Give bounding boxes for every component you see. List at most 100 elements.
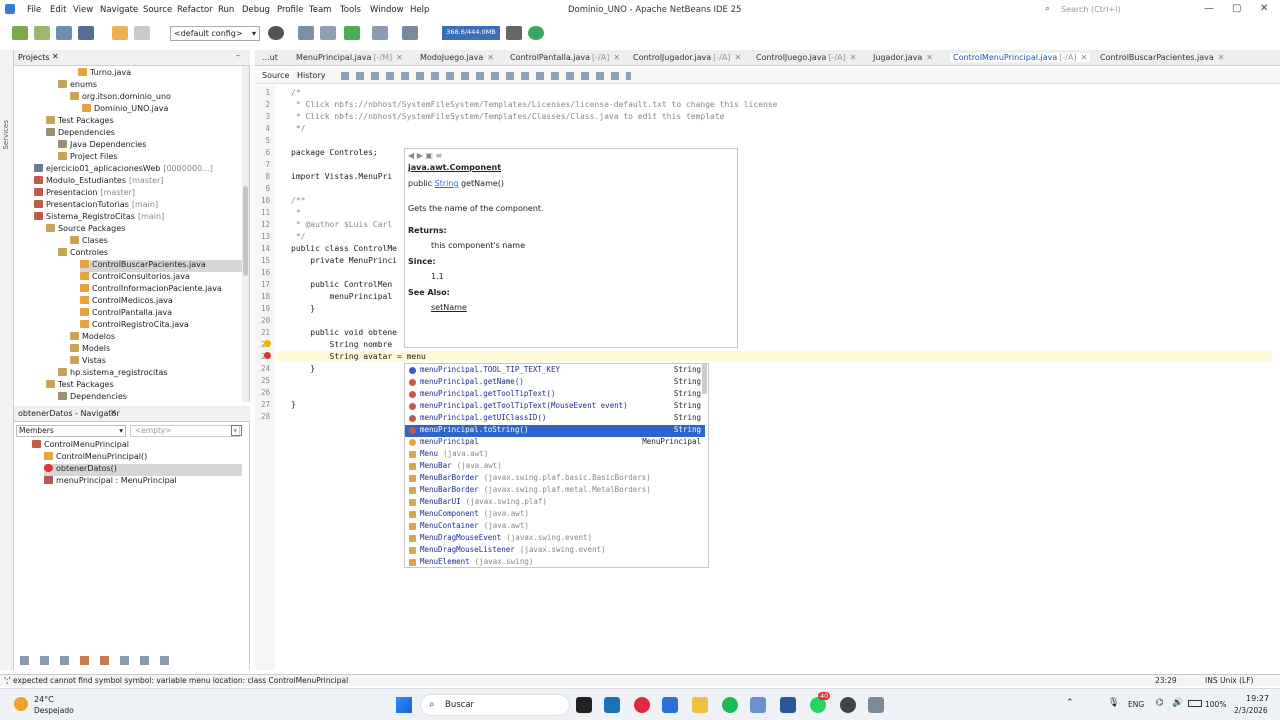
new-file-icon[interactable] <box>12 26 28 40</box>
close-icon[interactable]: ✕ <box>926 53 933 62</box>
editor-tab[interactable]: ControlJuego.java [-/A] ✕ <box>756 53 856 62</box>
completion-item[interactable]: MenuBarBorder (javax.swing.plaf.metal.Met… <box>405 485 705 497</box>
filter-icon-8[interactable] <box>160 656 169 665</box>
editor-tab[interactable]: ControlBuscarPacientes.java ✕ <box>1100 53 1224 62</box>
tree-item[interactable]: ControlInformacionPaciente.java <box>80 284 222 296</box>
minimize-button[interactable]: — <box>1204 3 1214 14</box>
spotify-icon[interactable] <box>722 697 738 713</box>
editor-tool-icons[interactable] <box>341 72 631 80</box>
code-line[interactable]: } <box>291 364 315 373</box>
navigator-tab[interactable]: obtenerDatos - Navigator <box>18 409 120 418</box>
open-project-icon[interactable] <box>56 26 72 40</box>
code-line[interactable]: * <box>291 208 301 217</box>
nav-options-icon[interactable] <box>231 425 242 436</box>
debug-icon[interactable] <box>372 26 388 40</box>
menu-refactor[interactable]: Refactor <box>177 5 213 15</box>
code-line[interactable]: String nombre <box>291 340 393 349</box>
chatgpt-icon[interactable] <box>840 697 856 713</box>
memory-indicator[interactable]: 368.6/444.0MB <box>442 26 500 40</box>
doc-class-link[interactable]: java.awt.Component <box>408 163 501 172</box>
editor-tab[interactable]: ControlJugador.java [-/A] ✕ <box>633 53 741 62</box>
tree-item[interactable]: Project Files <box>58 152 117 164</box>
editor-tab[interactable]: MenuPrincipal.java [-/M] ✕ <box>296 53 403 62</box>
code-line[interactable]: /** <box>291 196 305 205</box>
code-line[interactable]: import Vistas.MenuPri <box>291 172 392 181</box>
editor-tab[interactable]: ControlPantalla.java [-/A] ✕ <box>510 53 620 62</box>
doc-nav-icons[interactable]: ◀ ▶ ▣ ≡ <box>408 151 442 160</box>
vscode-icon[interactable] <box>604 697 620 713</box>
tree-item[interactable]: org.itson.dominio_uno <box>70 92 171 104</box>
menu-run[interactable]: Run <box>218 5 234 15</box>
code-line[interactable]: */ <box>291 232 306 241</box>
filter-icon-7[interactable] <box>140 656 149 665</box>
completion-item[interactable]: MenuElement (javax.swing) <box>405 557 705 567</box>
wifi-icon[interactable]: ⌬ <box>1156 698 1164 708</box>
empty-filter-select[interactable]: <empty> ▾ <box>130 425 240 437</box>
menu-profile[interactable]: Profile <box>277 5 303 15</box>
error-icon[interactable] <box>264 352 271 359</box>
tree-item[interactable]: Modulo_Estudiantes [master] <box>34 176 163 188</box>
completion-item[interactable]: menuPrincipal.getToolTipText() String <box>405 389 705 401</box>
menu-tools[interactable]: Tools <box>340 5 361 15</box>
menu-debug[interactable]: Debug <box>242 5 270 15</box>
tree-item[interactable]: Dependencies <box>58 392 127 404</box>
menu-navigate[interactable]: Navigate <box>100 5 138 15</box>
code-line[interactable]: private MenuPrinci <box>291 256 397 265</box>
build-target-icon[interactable] <box>268 26 284 40</box>
code-line[interactable]: } <box>291 400 296 409</box>
battery-icon[interactable] <box>1188 700 1202 707</box>
code-line[interactable]: * @author $Luis Carl <box>291 220 392 229</box>
todo-icon[interactable] <box>662 697 678 713</box>
code-line[interactable]: /* <box>291 88 301 97</box>
doc-sig-type[interactable]: String <box>435 179 459 188</box>
config-select[interactable]: <default config> ▾ <box>170 26 260 41</box>
members-filter-select[interactable]: Members ▾ <box>16 425 126 437</box>
tree-item[interactable]: Java Dependencies <box>58 140 146 152</box>
profiler-icon[interactable] <box>528 26 544 40</box>
tree-scrollbar[interactable] <box>242 66 249 402</box>
close-button[interactable]: ✕ <box>1260 3 1268 14</box>
tree-item[interactable]: Vistas <box>70 356 106 368</box>
close-icon[interactable]: ✕ <box>734 53 741 62</box>
completion-item[interactable]: MenuBar (java.awt) <box>405 461 705 473</box>
close-icon[interactable]: ✕ <box>1218 53 1225 62</box>
filter-icon-6[interactable] <box>120 656 129 665</box>
warning-icon[interactable] <box>264 340 271 347</box>
completion-item[interactable]: MenuContainer (java.awt) <box>405 521 705 533</box>
gc-icon[interactable] <box>506 26 522 40</box>
close-icon[interactable]: ✕ <box>850 53 857 62</box>
tree-item[interactable]: ControlConsultorios.java <box>80 272 190 284</box>
code-line[interactable]: package Controles; <box>291 148 378 157</box>
code-line[interactable]: public ControlMen <box>291 280 392 289</box>
mic-icon[interactable]: 🎙 <box>1108 698 1119 708</box>
completion-scrollbar[interactable] <box>702 364 707 394</box>
tree-item[interactable]: Source Packages <box>46 224 125 236</box>
tree-item[interactable]: Test Packages <box>46 116 114 128</box>
tree-item[interactable]: ControlBuscarPacientes.java <box>80 260 242 272</box>
code-line[interactable]: menuPrincipal <box>291 292 393 301</box>
opera-icon[interactable] <box>634 697 650 713</box>
menu-help[interactable]: Help <box>410 5 429 15</box>
completion-item[interactable]: menuPrincipal.toString() String <box>405 425 705 437</box>
clean-build-icon[interactable] <box>320 26 336 40</box>
tree-item[interactable]: Models <box>70 344 110 356</box>
editor-tab[interactable]: ControlMenuPrincipal.java [-/A] ✕ <box>950 53 1091 62</box>
tree-item[interactable]: ControlPantalla.java <box>80 308 172 320</box>
code-line[interactable]: public void obtene <box>291 328 397 337</box>
navigator-item[interactable]: menuPrincipal : MenuPrincipal <box>44 476 177 488</box>
tree-item[interactable]: Sistema_RegistroCitas [main] <box>34 212 164 224</box>
menu-team[interactable]: Team <box>309 5 331 15</box>
minimize-panel-icon[interactable]: – <box>236 51 240 60</box>
filter-icon-4[interactable] <box>80 656 89 665</box>
explorer-icon[interactable] <box>692 697 708 713</box>
netbeans-icon[interactable] <box>750 697 766 713</box>
code-line[interactable]: * Click nbfs://nbhost/SystemFileSystem/T… <box>291 100 778 109</box>
tree-item[interactable]: Controles <box>58 248 108 260</box>
run-icon[interactable] <box>344 26 360 40</box>
tree-item[interactable]: hp.sistema_registrocitas <box>58 368 167 380</box>
start-icon[interactable] <box>396 697 412 713</box>
tree-item[interactable]: ControlRegistroCita.java <box>80 320 189 332</box>
completion-item[interactable]: MenuBarUI (javax.swing.plaf) <box>405 497 705 509</box>
weather-icon[interactable] <box>14 697 28 711</box>
save-all-icon[interactable] <box>78 26 94 40</box>
